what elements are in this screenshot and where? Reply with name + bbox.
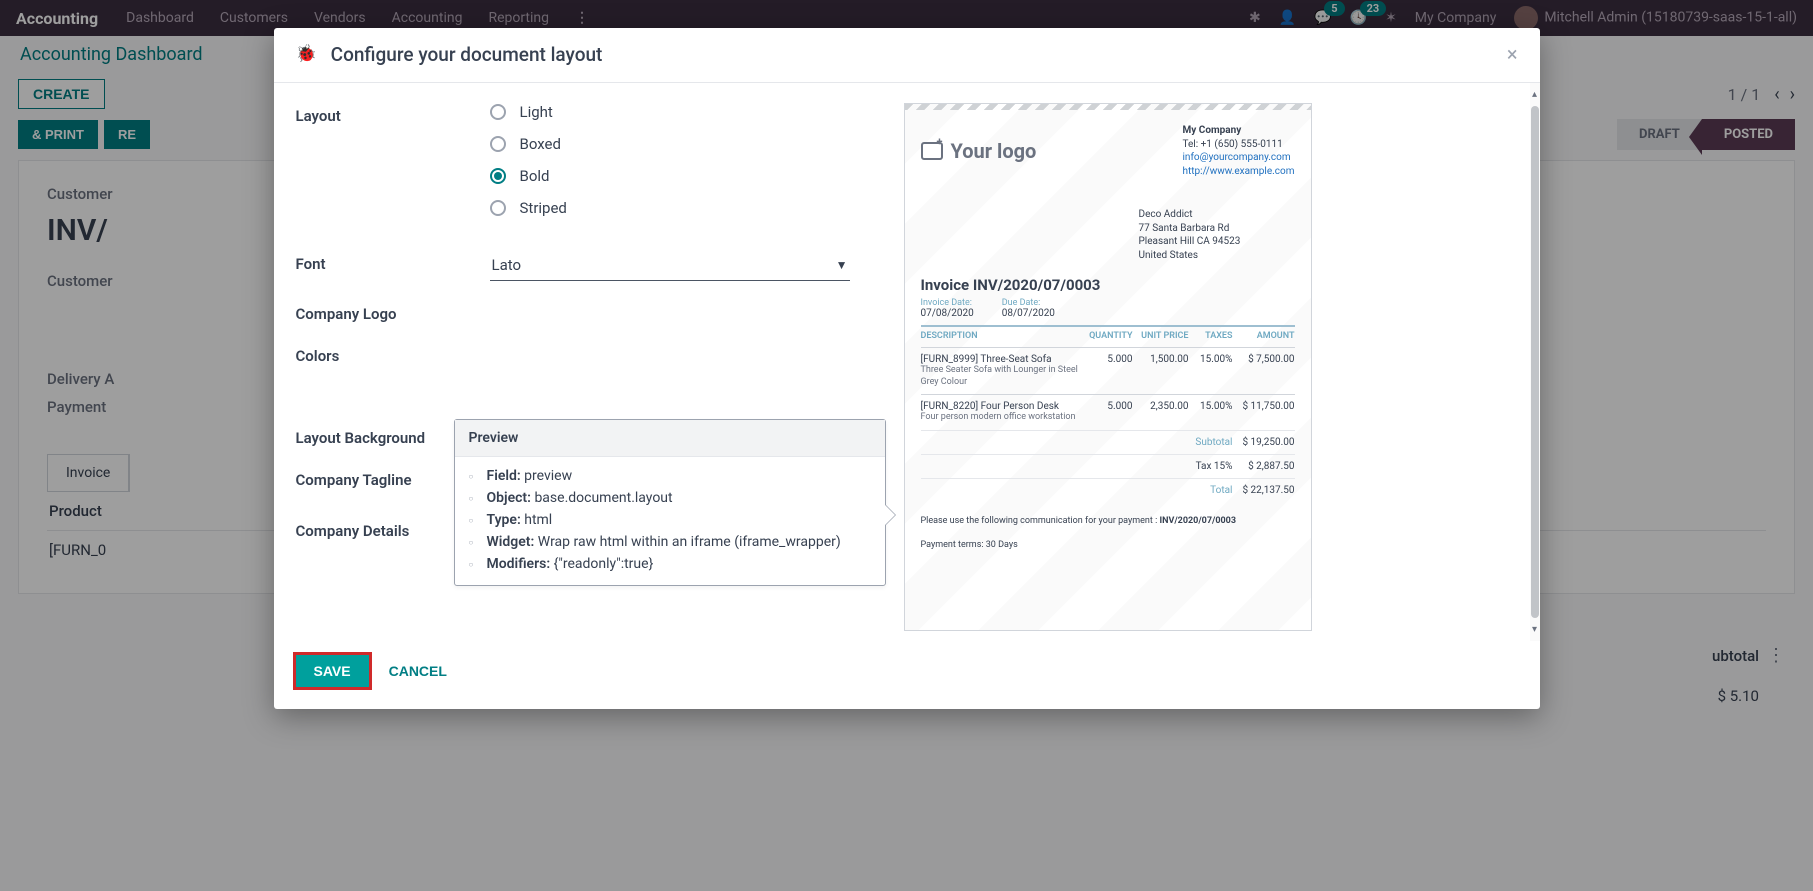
layout-radios: Light Boxed Bold Striped (490, 103, 882, 231)
font-label: Font (296, 251, 490, 273)
configure-layout-modal: 🐞 Configure your document layout × Layou… (274, 28, 1540, 709)
radio-boxed-label: Boxed (520, 135, 561, 153)
scroll-up-icon[interactable]: ▴ (1532, 89, 1537, 100)
close-icon[interactable]: × (1507, 42, 1518, 66)
save-button[interactable]: SAVE (296, 655, 369, 687)
cancel-button[interactable]: CANCEL (389, 663, 447, 679)
font-select[interactable]: Lato ▼ (490, 251, 850, 281)
modal-title: Configure your document layout (331, 43, 603, 66)
radio-light-label: Light (520, 103, 553, 121)
font-value: Lato (492, 256, 522, 274)
radio-bold-label: Bold (520, 167, 550, 185)
colors-label: Colors (296, 343, 490, 365)
layout-label: Layout (296, 103, 490, 125)
scroll-down-icon[interactable]: ▾ (1532, 624, 1537, 635)
radio-bold[interactable] (490, 168, 506, 184)
logo-text: Your logo (951, 139, 1037, 163)
modal-header: 🐞 Configure your document layout × (274, 28, 1540, 83)
radio-striped-label: Striped (520, 199, 567, 217)
doc-customer-address: Deco Addict 77 Santa Barbara Rd Pleasant… (1139, 208, 1295, 262)
radio-boxed[interactable] (490, 136, 506, 152)
modal-footer: SAVE CANCEL (274, 641, 1540, 709)
radio-light[interactable] (490, 104, 506, 120)
doc-note1: Please use the following communication f… (921, 516, 1295, 526)
debug-icon[interactable]: 🐞 (296, 44, 317, 64)
camera-icon (921, 142, 943, 160)
doc-stripe (905, 104, 1311, 110)
preview-document: Your logo My Company Tel: +1 (650) 555-0… (904, 103, 1312, 631)
radio-striped[interactable] (490, 200, 506, 216)
chevron-down-icon: ▼ (836, 258, 848, 272)
doc-note2: Payment terms: 30 Days (921, 540, 1295, 550)
preview-pane: Your logo My Company Tel: +1 (650) 555-0… (892, 103, 1518, 631)
popover-title: Preview (455, 420, 885, 457)
doc-company-block: My Company Tel: +1 (650) 555-0111 info@y… (1183, 124, 1295, 178)
scroll-thumb[interactable] (1531, 106, 1539, 618)
company-logo-label: Company Logo (296, 301, 490, 323)
debug-popover: Preview Field: preview Object: base.docu… (454, 419, 886, 586)
modal-scrollbar[interactable]: ▴ ▾ (1530, 83, 1540, 641)
doc-title: Invoice INV/2020/07/0003 (921, 276, 1295, 294)
